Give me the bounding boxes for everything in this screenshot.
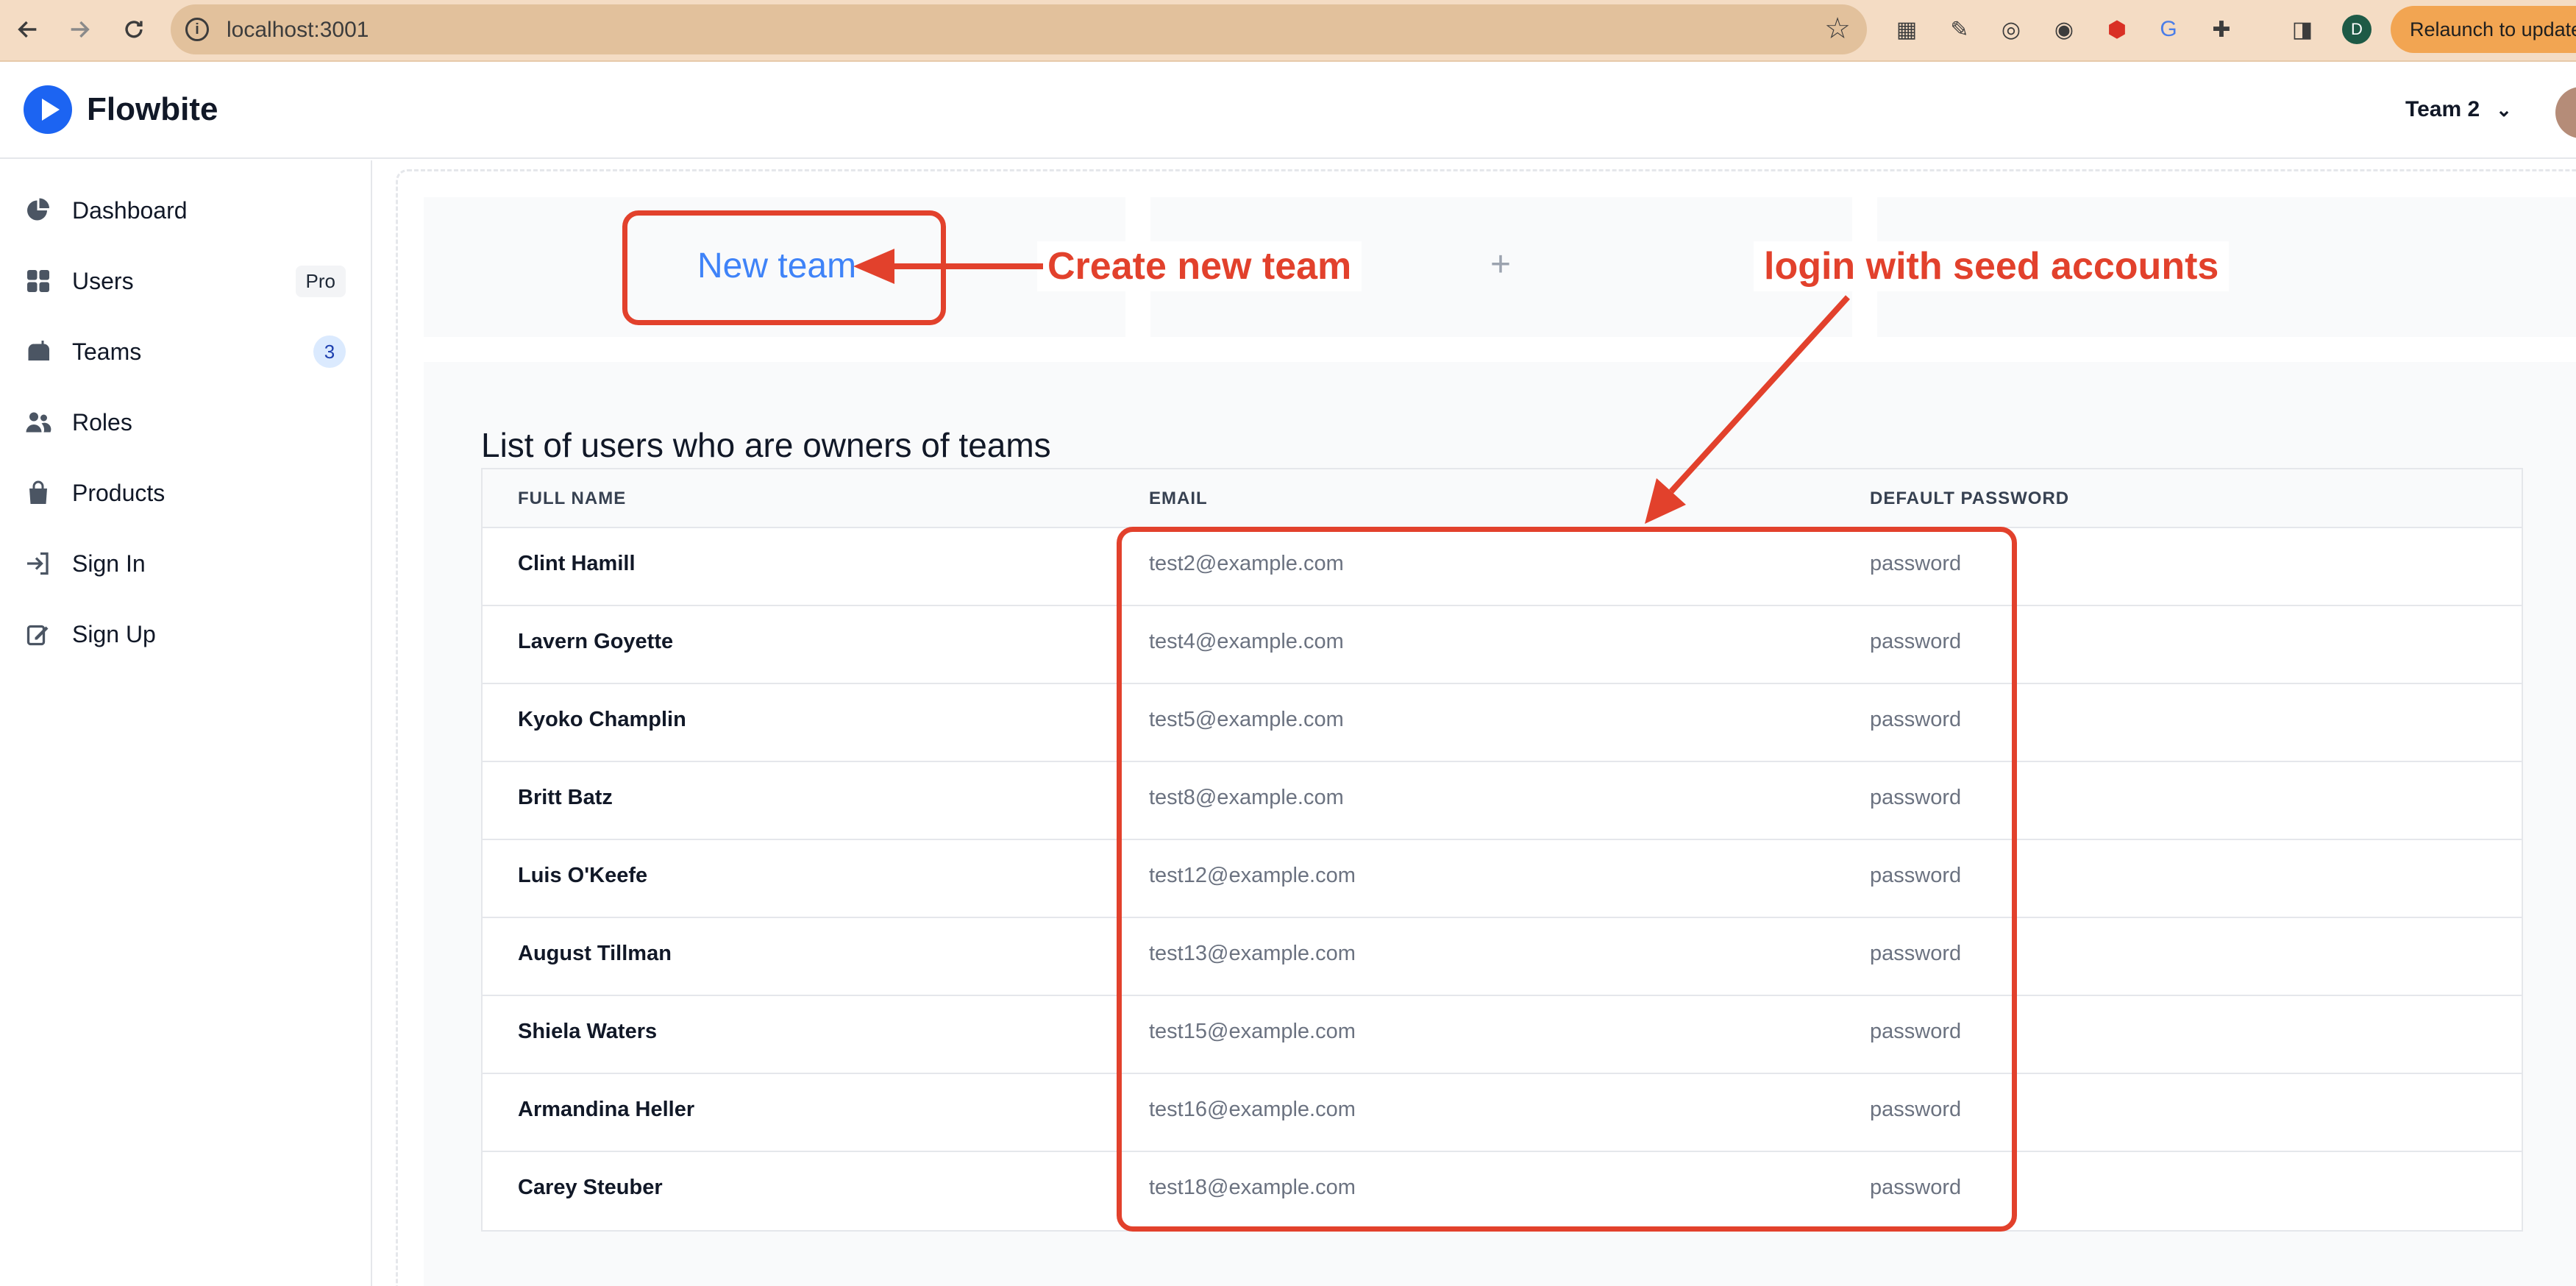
sidebar-item-label: Sign In [72,550,146,577]
sidebar-item-sign-in[interactable]: Sign In [22,541,346,586]
full-name-cell: Kyoko Champlin [518,708,686,731]
shopping-bag-icon [22,477,54,509]
user-avatar[interactable] [2555,87,2576,138]
bookmark-star-icon[interactable]: ☆ [1824,12,1851,46]
team-selector-label: Team 2 [2405,97,2480,121]
column-header-email: EMAIL [1149,489,1208,508]
grid-icon [22,265,54,297]
reload-icon[interactable] [116,12,152,47]
pen-icon[interactable]: ✎ [1943,13,1976,46]
users-icon [22,406,54,438]
sidebar-item-label: Users [72,267,134,294]
sidebar-item-label: Teams [72,338,142,365]
sidebar-item-label: Products [72,479,166,506]
sidebar-item-users[interactable]: Users Pro [22,259,346,303]
full-name-cell: Britt Batz [518,786,613,809]
qr-icon[interactable]: ▦ [1890,13,1923,46]
browser-toolbar: i localhost:3001 ☆ ▦ ✎ ◎ ◉ ⬢ G ✚ ◨ D Rel… [0,0,2576,62]
table-header: FULL NAME EMAIL DEFAULT PASSWORD [483,469,2522,528]
sidebar-item-roles[interactable]: Roles [22,400,346,444]
full-name-cell: Carey Steuber [518,1176,663,1199]
sidebar-item-sign-up[interactable]: Sign Up [22,612,346,656]
credentials-highlight-box [1117,527,2017,1232]
sidebar-item-teams[interactable]: Teams 3 [22,330,346,374]
address-bar[interactable]: i localhost:3001 ☆ [171,4,1867,54]
sidebar-item-label: Roles [72,408,132,436]
sidebar-item-dashboard[interactable]: Dashboard [22,188,346,232]
sign-up-icon [22,618,54,650]
relaunch-button[interactable]: Relaunch to update [2391,6,2576,53]
chevron-down-icon: ⌄ [2496,99,2512,121]
info-icon[interactable]: i [185,18,209,41]
full-name-cell: Lavern Goyette [518,630,674,653]
full-name-cell: Armandina Heller [518,1098,695,1121]
full-name-cell: Luis O'Keefe [518,864,648,887]
sidebar-item-label: Sign Up [72,620,156,647]
login-seed-accounts-annotation: login with seed accounts [1754,241,2230,291]
team-selector[interactable]: Team 2 ⌄ [2405,97,2512,122]
shield-extension-icon[interactable]: ⬢ [2101,13,2133,46]
brand-name[interactable]: Flowbite [87,91,218,128]
teams-count-badge: 3 [313,335,346,368]
circle-extension-icon[interactable]: ◉ [2048,13,2080,46]
url-text[interactable]: localhost:3001 [227,18,369,43]
app-header: Flowbite Team 2 ⌄ [0,63,2576,159]
camera-icon[interactable]: ◎ [1995,13,2027,46]
flowbite-logo[interactable] [24,85,72,134]
puzzle-icon[interactable]: ✚ [2205,13,2238,46]
sign-in-icon [22,547,54,580]
sidebar-item-label: Dashboard [72,196,188,224]
plus-icon[interactable]: + [1490,244,1511,285]
full-name-cell: Shiela Waters [518,1020,658,1043]
pie-chart-icon [22,194,54,227]
forward-icon[interactable] [62,12,97,47]
mailbox-icon [22,335,54,368]
new-team-highlight-box [622,210,946,325]
translate-icon[interactable]: G [2152,13,2185,46]
back-icon[interactable] [10,12,46,47]
full-name-cell: Clint Hamill [518,552,636,575]
profile-avatar[interactable]: D [2342,15,2372,44]
create-new-team-annotation: Create new team [1037,241,1362,291]
column-header-full-name: FULL NAME [518,489,627,508]
sidebar-item-products[interactable]: Products [22,471,346,515]
column-header-default-password: DEFAULT PASSWORD [1870,489,2070,508]
pro-badge: Pro [295,265,346,297]
list-title: List of users who are owners of teams [481,426,1051,464]
full-name-cell: August Tillman [518,942,672,965]
sidepanel-icon[interactable]: ◨ [2286,13,2319,46]
sidebar: Dashboard Users Pro Teams 3 Roles Produc… [0,160,372,1286]
